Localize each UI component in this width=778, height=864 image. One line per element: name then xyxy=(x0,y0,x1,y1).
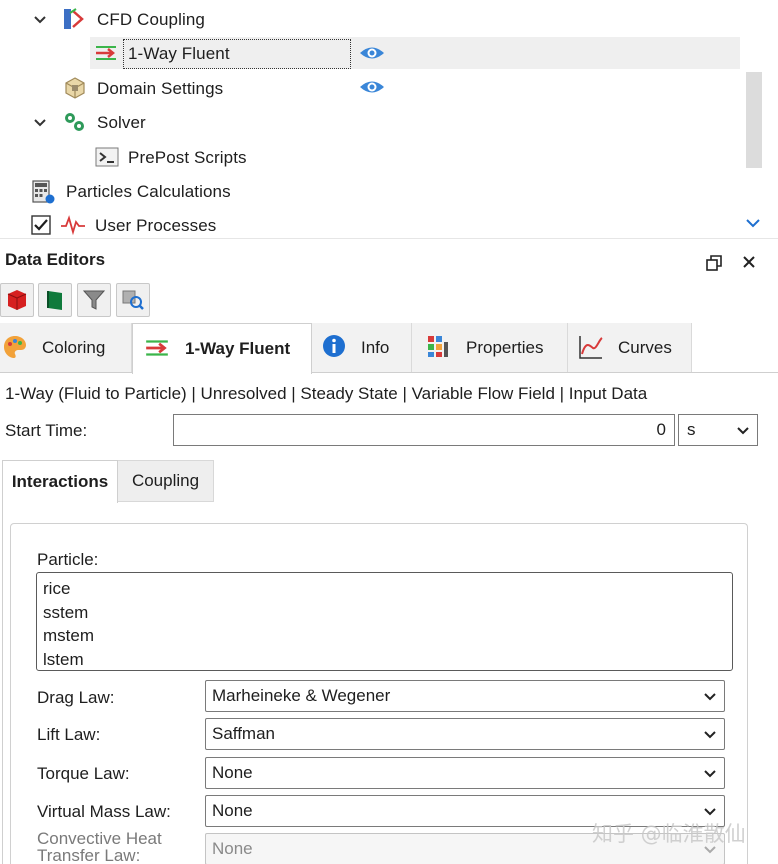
domain-settings-icon xyxy=(63,76,87,100)
tab-label: Coloring xyxy=(42,338,106,357)
tab-properties[interactable]: Properties xyxy=(412,323,568,373)
data-editors-toolbar xyxy=(0,280,778,320)
drag-law-label: Drag Law: xyxy=(37,688,115,707)
tab-curves[interactable]: Curves xyxy=(568,323,692,373)
tab-one-way-fluent[interactable]: 1-Way Fluent xyxy=(132,323,312,374)
list-item[interactable]: rice xyxy=(43,577,726,601)
drag-law-select[interactable]: Marheineke & Wegener xyxy=(205,680,725,712)
tree-item-label: 1-Way Fluent xyxy=(128,44,230,63)
tree-item-label: User Processes xyxy=(95,216,217,235)
info-icon xyxy=(322,334,348,360)
particle-label: Particle: xyxy=(37,550,99,569)
data-editor-tabs: Coloring 1-Way Fluent Info Properties Cu… xyxy=(0,323,778,374)
tree-item-label: PrePost Scripts xyxy=(128,148,247,167)
scroll-down-icon[interactable] xyxy=(744,214,762,232)
filter-button[interactable] xyxy=(77,283,111,317)
torque-law-value: None xyxy=(212,763,253,782)
tab-info[interactable]: Info xyxy=(312,323,412,373)
list-item[interactable]: mstem xyxy=(43,624,726,648)
tree-item-solver[interactable]: Solver xyxy=(97,107,146,139)
tab-label: Properties xyxy=(466,338,544,357)
one-way-fluent-subtabs: Interactions Coupling xyxy=(0,460,778,503)
torque-law-select[interactable]: None xyxy=(205,757,725,789)
watermark-text: 知乎 @临淮散仙 xyxy=(592,822,746,846)
properties-icon xyxy=(426,334,452,360)
lift-law-value: Saffman xyxy=(212,724,276,743)
subtab-interactions[interactable]: Interactions xyxy=(2,460,118,503)
one-way-fluent-icon xyxy=(94,41,118,65)
tab-label: Info xyxy=(361,338,390,357)
calculator-icon xyxy=(31,180,55,204)
chevron-down-icon xyxy=(704,731,716,739)
chevron-down-icon xyxy=(737,427,749,435)
curves-icon xyxy=(578,334,604,360)
eye-icon[interactable] xyxy=(359,44,385,62)
tree-item-user-processes[interactable]: User Processes xyxy=(95,210,216,238)
tree-item-label: Particles Calculations xyxy=(66,182,231,201)
unit-value: s xyxy=(687,420,696,439)
search-objects-button[interactable] xyxy=(116,283,150,317)
tab-label: Curves xyxy=(618,338,672,357)
tab-coloring[interactable]: Coloring xyxy=(0,323,132,373)
start-time-unit-select[interactable]: s xyxy=(678,414,758,446)
lift-law-select[interactable]: Saffman xyxy=(205,718,725,750)
start-time-label: Start Time: xyxy=(5,421,88,440)
convective-heat-label: Convective Heat Transfer Law: xyxy=(37,829,162,864)
filter-icon xyxy=(82,290,106,310)
chevron-down-icon[interactable] xyxy=(32,115,48,131)
eye-icon[interactable] xyxy=(359,78,385,96)
green-book-icon xyxy=(47,291,62,310)
tree-item-particles-calculations[interactable]: Particles Calculations xyxy=(66,176,231,208)
tree-item-domain-settings[interactable]: Domain Settings xyxy=(97,73,223,105)
tree-item-cfd-coupling[interactable]: CFD Coupling xyxy=(97,4,205,36)
tree-item-one-way-fluent[interactable]: 1-Way Fluent xyxy=(128,38,230,70)
project-tree: CFD Coupling 1-Way Fluent Domain Setting… xyxy=(0,0,778,238)
virtual-mass-law-value: None xyxy=(212,801,253,820)
tab-label: 1-Way Fluent xyxy=(185,339,291,358)
one-way-fluent-icon xyxy=(144,335,170,361)
chevron-down-icon[interactable] xyxy=(32,12,48,28)
red-cube-button[interactable] xyxy=(0,283,34,317)
tree-scrollbar-thumb[interactable] xyxy=(746,72,762,168)
solver-gears-icon xyxy=(62,110,86,134)
drag-law-value: Marheineke & Wegener xyxy=(212,686,391,705)
virtual-mass-law-label: Virtual Mass Law: xyxy=(37,802,171,821)
checkbox-checked[interactable] xyxy=(31,215,51,235)
list-item[interactable]: lstem xyxy=(43,648,726,672)
green-book-button[interactable] xyxy=(38,283,72,317)
tabs-divider xyxy=(0,372,778,373)
coupling-mode-summary: 1-Way (Fluid to Particle) | Unresolved |… xyxy=(5,384,648,403)
subtab-coupling[interactable]: Coupling xyxy=(118,460,214,502)
tree-item-label: Domain Settings xyxy=(97,79,224,98)
data-editors-title: Data Editors xyxy=(5,250,106,269)
particle-listbox[interactable]: rice sstem mstem lstem xyxy=(36,572,733,671)
start-time-input[interactable] xyxy=(173,414,675,446)
cfd-coupling-icon xyxy=(62,7,86,31)
torque-law-label: Torque Law: xyxy=(37,764,130,783)
restore-window-icon[interactable] xyxy=(706,255,722,271)
close-icon[interactable] xyxy=(740,253,758,271)
pulse-icon xyxy=(60,214,85,238)
lift-law-label: Lift Law: xyxy=(37,725,101,744)
convective-heat-value: None xyxy=(212,839,253,858)
tree-item-label: CFD Coupling xyxy=(97,10,205,29)
list-item[interactable]: sstem xyxy=(43,601,726,625)
tree-item-prepost-scripts[interactable]: PrePost Scripts xyxy=(128,142,247,174)
terminal-icon xyxy=(95,145,119,169)
red-cube-icon xyxy=(7,290,27,310)
data-editors-header: Data Editors xyxy=(0,238,778,278)
chevron-down-icon xyxy=(704,770,716,778)
palette-icon xyxy=(2,334,28,360)
chevron-down-icon xyxy=(704,693,716,701)
tree-item-label: Solver xyxy=(97,113,146,132)
search-objects-icon xyxy=(122,290,144,310)
